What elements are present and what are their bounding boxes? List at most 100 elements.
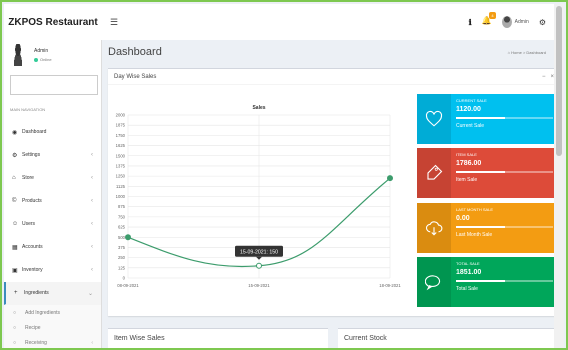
scrollbar-thumb[interactable] <box>556 6 562 156</box>
sidebar-item-label: Inventory <box>22 267 43 273</box>
sidebar-subitem-add-ingredients[interactable]: ○ Add Ingredients <box>4 305 101 320</box>
y-tick-label: 0 <box>123 276 126 281</box>
heart-icon <box>417 94 451 144</box>
sidebar-subitem-recipe[interactable]: ○ Recipe <box>4 320 101 335</box>
box-title: Day Wise Sales <box>114 73 157 80</box>
sidebar-item-dashboard[interactable]: ◉ Dashboard <box>4 121 101 144</box>
info-box-progress <box>456 117 553 119</box>
home-icon: ⌂ <box>507 50 511 55</box>
info-box-title: TOTAL SALE <box>456 261 480 266</box>
info-box-desc: Item Sale <box>456 177 478 183</box>
sidebar-item-store[interactable]: ⌂ Store ‹ <box>4 167 101 190</box>
info-box-title: LAST MONTH SALE <box>456 207 494 212</box>
box-header: Item Wise Sales <box>108 329 328 348</box>
y-tick-label: 375 <box>118 245 126 250</box>
user-icon: ☺ <box>12 221 19 227</box>
data-point <box>256 262 262 269</box>
top-navbar: ☰ ℹ 🔔 4 Admin ⚙ <box>102 4 554 40</box>
notifications-button[interactable]: 🔔 4 <box>482 12 496 28</box>
chevron-left-icon: ‹ <box>91 175 93 181</box>
sidebar-subitem-receiving[interactable]: ○ Receiving ‹ <box>4 335 101 348</box>
breadcrumb: ⌂ Home > Dashboard <box>508 50 546 55</box>
gear-icon: ⚙ <box>12 152 18 159</box>
y-tick-label: 1875 <box>116 123 126 128</box>
chart-title: Sales <box>252 105 265 111</box>
sidebar: Admin Online MAIN NAVIGATION ◉ Dashboard… <box>4 40 102 348</box>
info-box-value: 1786.00 <box>456 160 482 167</box>
sidebar-search-input[interactable] <box>10 75 98 95</box>
y-tick-label: 1250 <box>116 174 126 179</box>
info-box-title: ITEM SALE <box>456 152 477 157</box>
box-tools: − × <box>542 74 554 80</box>
sidebar-item-label: Accounts <box>22 244 43 250</box>
y-tick-label: 1375 <box>116 163 126 168</box>
info-box-progress <box>456 280 553 282</box>
current-stock-box: Current Stock <box>338 328 560 348</box>
gears-icon[interactable]: ⚙ <box>539 18 546 27</box>
sidebar-item-settings[interactable]: ⚙ Settings ‹ <box>4 144 101 167</box>
y-tick-label: 625 <box>118 225 126 230</box>
y-tick-label: 1125 <box>116 184 126 189</box>
y-tick-label: 1500 <box>116 153 126 158</box>
copyright-icon: © <box>12 198 17 204</box>
brand-title: ZKPOS Restaurant <box>8 16 98 28</box>
dashboard-icon: ◉ <box>12 129 18 136</box>
archive-icon: ▣ <box>12 267 18 274</box>
box-title: Current Stock <box>344 335 387 342</box>
x-tick-label: 08-09-2021 <box>117 283 139 288</box>
info-box-progress-fill <box>456 226 505 228</box>
nav-header: MAIN NAVIGATION <box>10 107 46 112</box>
home-icon: ⌂ <box>12 175 16 181</box>
comment-icon <box>417 257 451 307</box>
data-point <box>125 234 131 241</box>
info-icon[interactable]: ℹ <box>469 18 472 27</box>
menu-toggle-icon[interactable]: ☰ <box>110 17 118 28</box>
info-box-value: 1851.00 <box>456 269 482 276</box>
y-tick-label: 750 <box>118 214 126 219</box>
calculator-icon: ▦ <box>12 244 18 251</box>
info-box-title: CURRENT SALE <box>456 98 487 103</box>
collapse-icon[interactable]: − <box>542 74 546 80</box>
sidebar-item-accounts[interactable]: ▦ Accounts ‹ <box>4 236 101 259</box>
item-wise-sales-box: Item Wise Sales <box>108 328 328 348</box>
page-scrollbar[interactable] <box>554 4 564 348</box>
sidebar-item-label: Settings <box>22 152 41 158</box>
sidebar-item-label: Products <box>22 198 42 204</box>
sidebar-item-ingredients[interactable]: + Ingredients ⌄ <box>4 282 101 305</box>
y-tick-label: 500 <box>118 235 126 240</box>
sidebar-item-inventory[interactable]: ▣ Inventory ‹ <box>4 259 101 282</box>
info-box-progress-fill <box>456 117 505 119</box>
brand-logo[interactable]: ZKPOS Restaurant <box>4 4 102 40</box>
avatar <box>501 16 512 28</box>
info-box-progress <box>456 226 553 228</box>
user-menu[interactable]: Admin <box>501 16 529 28</box>
box-header: Current Stock <box>338 329 560 348</box>
circle-icon: ○ <box>13 309 17 316</box>
data-point <box>387 175 393 182</box>
info-box-desc: Last Month Sale <box>456 232 493 238</box>
content-header: Dashboard ⌂ Home > Dashboard <box>102 40 554 64</box>
sales-chart: Sales 0 125 250 375 500 625 750 875 1000 1125 1250 1… <box>116 105 402 288</box>
chevron-left-icon: ‹ <box>91 152 93 158</box>
chevron-left-icon: ‹ <box>91 244 93 250</box>
y-tick-label: 125 <box>118 265 126 270</box>
breadcrumb-home[interactable]: Home <box>511 50 522 55</box>
user-panel: Admin Online <box>4 40 101 70</box>
sidebar-item-products[interactable]: © Products ‹ <box>4 190 101 213</box>
online-dot-icon <box>34 57 38 62</box>
y-tick-label: 1000 <box>116 194 126 199</box>
info-box-current-sale: CURRENT SALE 1120.00 Current Sale <box>417 94 556 144</box>
sidebar-item-label: Users <box>22 221 36 227</box>
sidebar-subitem-label: Add Ingredients <box>25 309 61 316</box>
chevron-down-icon: ⌄ <box>87 290 93 297</box>
y-tick-label: 1625 <box>116 143 126 148</box>
sidebar-item-label: Store <box>22 175 34 181</box>
page-title: Dashboard <box>108 46 162 58</box>
sidebar-item-users[interactable]: ☺ Users ‹ <box>4 213 101 236</box>
info-box-desc: Total Sale <box>456 286 478 292</box>
app-window: ZKPOS Restaurant ☰ ℹ 🔔 4 Admin ⚙ Admin O… <box>0 0 568 350</box>
circle-icon: ○ <box>13 339 17 346</box>
plus-icon: + <box>14 290 18 296</box>
breadcrumb-current: Dashboard <box>526 50 546 55</box>
chevron-left-icon: ‹ <box>91 339 93 346</box>
